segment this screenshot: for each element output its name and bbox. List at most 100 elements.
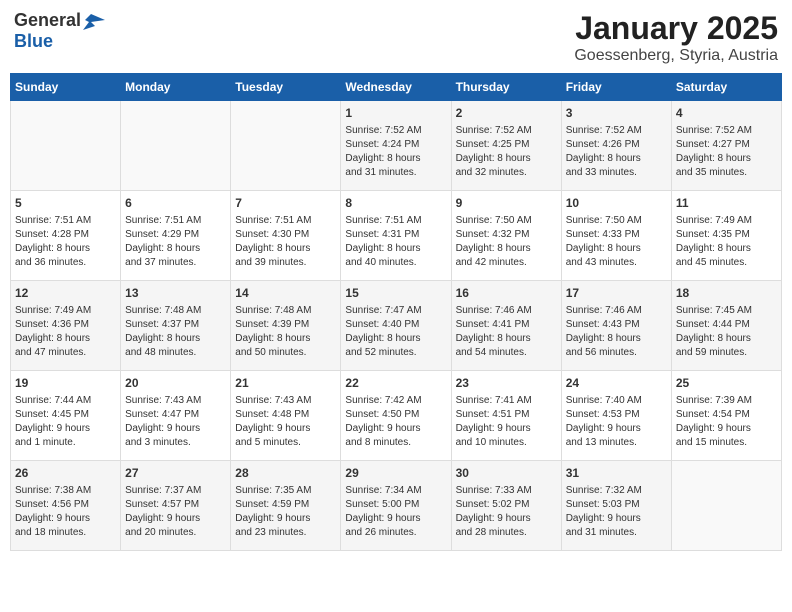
day-info: Sunrise: 7:52 AMSunset: 4:24 PMDaylight:… xyxy=(345,124,446,180)
calendar-table: SundayMondayTuesdayWednesdayThursdayFrid… xyxy=(10,73,782,551)
day-number: 17 xyxy=(566,285,667,302)
calendar-day-8: 8 Sunrise: 7:51 AMSunset: 4:31 PMDaylight… xyxy=(341,191,451,281)
day-number: 13 xyxy=(125,285,226,302)
day-info: Sunrise: 7:50 AMSunset: 4:33 PMDaylight:… xyxy=(566,214,667,270)
calendar-day-5: 5 Sunrise: 7:51 AMSunset: 4:28 PMDaylight… xyxy=(11,191,121,281)
day-number: 29 xyxy=(345,465,446,482)
calendar-day-14: 14 Sunrise: 7:48 AMSunset: 4:39 PMDayligh… xyxy=(231,281,341,371)
day-number: 12 xyxy=(15,285,116,302)
day-info: Sunrise: 7:51 AMSunset: 4:28 PMDaylight:… xyxy=(15,214,116,270)
logo: General Blue xyxy=(14,10,105,52)
day-info: Sunrise: 7:37 AMSunset: 4:57 PMDaylight:… xyxy=(125,484,226,540)
day-number: 2 xyxy=(456,105,557,122)
day-info: Sunrise: 7:52 AMSunset: 4:27 PMDaylight:… xyxy=(676,124,777,180)
day-number: 15 xyxy=(345,285,446,302)
day-number: 7 xyxy=(235,195,336,212)
day-number: 22 xyxy=(345,375,446,392)
day-info: Sunrise: 7:35 AMSunset: 4:59 PMDaylight:… xyxy=(235,484,336,540)
day-info: Sunrise: 7:50 AMSunset: 4:32 PMDaylight:… xyxy=(456,214,557,270)
calendar-empty xyxy=(671,461,781,551)
calendar-day-1: 1 Sunrise: 7:52 AMSunset: 4:24 PMDaylight… xyxy=(341,101,451,191)
sub-title: Goessenberg, Styria, Austria xyxy=(574,47,778,65)
title-block: January 2025 Goessenberg, Styria, Austri… xyxy=(574,10,778,65)
day-number: 10 xyxy=(566,195,667,212)
calendar-day-6: 6Sunrise: 7:51 AMSunset: 4:29 PMDaylight… xyxy=(121,191,231,281)
day-number: 9 xyxy=(456,195,557,212)
calendar-day-16: 16 Sunrise: 7:46 AMSunset: 4:41 PMDayligh… xyxy=(451,281,561,371)
calendar-day-24: 24Sunrise: 7:40 AMSunset: 4:53 PMDayligh… xyxy=(561,371,671,461)
day-number: 1 xyxy=(345,105,446,122)
calendar-day-18: 18 Sunrise: 7:45 AMSunset: 4:44 PMDayligh… xyxy=(671,281,781,371)
calendar-day-27: 27 Sunrise: 7:37 AMSunset: 4:57 PMDayligh… xyxy=(121,461,231,551)
day-info: Sunrise: 7:38 AMSunset: 4:56 PMDaylight:… xyxy=(15,484,116,540)
calendar-week-row: 1 Sunrise: 7:52 AMSunset: 4:24 PMDaylight… xyxy=(11,101,782,191)
calendar-day-19: 19Sunrise: 7:44 AMSunset: 4:45 PMDayligh… xyxy=(11,371,121,461)
calendar-day-21: 21 Sunrise: 7:43 AMSunset: 4:48 PMDayligh… xyxy=(231,371,341,461)
day-info: Sunrise: 7:32 AMSunset: 5:03 PMDaylight:… xyxy=(566,484,667,540)
day-number: 25 xyxy=(676,375,777,392)
day-info: Sunrise: 7:46 AMSunset: 4:43 PMDaylight:… xyxy=(566,304,667,360)
calendar-day-23: 23 Sunrise: 7:41 AMSunset: 4:51 PMDayligh… xyxy=(451,371,561,461)
day-number: 31 xyxy=(566,465,667,482)
calendar-empty xyxy=(231,101,341,191)
calendar-day-3: 3 Sunrise: 7:52 AMSunset: 4:26 PMDaylight… xyxy=(561,101,671,191)
header-thursday: Thursday xyxy=(451,74,561,101)
header-tuesday: Tuesday xyxy=(231,74,341,101)
day-number: 3 xyxy=(566,105,667,122)
page-header: General Blue January 2025 Goessenberg, S… xyxy=(10,10,782,65)
calendar-day-4: 4 Sunrise: 7:52 AMSunset: 4:27 PMDaylight… xyxy=(671,101,781,191)
calendar-day-31: 31 Sunrise: 7:32 AMSunset: 5:03 PMDayligh… xyxy=(561,461,671,551)
header-monday: Monday xyxy=(121,74,231,101)
day-info: Sunrise: 7:44 AMSunset: 4:45 PMDaylight:… xyxy=(15,394,116,450)
day-info: Sunrise: 7:49 AMSunset: 4:36 PMDaylight:… xyxy=(15,304,116,360)
calendar-day-11: 11Sunrise: 7:49 AMSunset: 4:35 PMDayligh… xyxy=(671,191,781,281)
calendar-day-25: 25 Sunrise: 7:39 AMSunset: 4:54 PMDayligh… xyxy=(671,371,781,461)
calendar-day-22: 22 Sunrise: 7:42 AMSunset: 4:50 PMDayligh… xyxy=(341,371,451,461)
day-number: 4 xyxy=(676,105,777,122)
day-number: 27 xyxy=(125,465,226,482)
day-info: Sunrise: 7:40 AMSunset: 4:53 PMDaylight:… xyxy=(566,394,667,450)
calendar-header-row: SundayMondayTuesdayWednesdayThursdayFrid… xyxy=(11,74,782,101)
day-info: Sunrise: 7:39 AMSunset: 4:54 PMDaylight:… xyxy=(676,394,777,450)
calendar-empty xyxy=(121,101,231,191)
day-info: Sunrise: 7:41 AMSunset: 4:51 PMDaylight:… xyxy=(456,394,557,450)
calendar-day-26: 26 Sunrise: 7:38 AMSunset: 4:56 PMDayligh… xyxy=(11,461,121,551)
day-number: 14 xyxy=(235,285,336,302)
day-number: 26 xyxy=(15,465,116,482)
day-number: 21 xyxy=(235,375,336,392)
calendar-day-9: 9 Sunrise: 7:50 AMSunset: 4:32 PMDaylight… xyxy=(451,191,561,281)
day-info: Sunrise: 7:52 AMSunset: 4:26 PMDaylight:… xyxy=(566,124,667,180)
day-number: 30 xyxy=(456,465,557,482)
logo-general-text: General xyxy=(14,10,81,31)
day-number: 23 xyxy=(456,375,557,392)
day-info: Sunrise: 7:47 AMSunset: 4:40 PMDaylight:… xyxy=(345,304,446,360)
header-friday: Friday xyxy=(561,74,671,101)
calendar-week-row: 19Sunrise: 7:44 AMSunset: 4:45 PMDayligh… xyxy=(11,371,782,461)
day-number: 16 xyxy=(456,285,557,302)
header-sunday: Sunday xyxy=(11,74,121,101)
calendar-week-row: 12 Sunrise: 7:49 AMSunset: 4:36 PMDayligh… xyxy=(11,281,782,371)
day-info: Sunrise: 7:43 AMSunset: 4:48 PMDaylight:… xyxy=(235,394,336,450)
day-info: Sunrise: 7:49 AMSunset: 4:35 PMDaylight:… xyxy=(676,214,777,270)
day-info: Sunrise: 7:46 AMSunset: 4:41 PMDaylight:… xyxy=(456,304,557,360)
calendar-day-2: 2Sunrise: 7:52 AMSunset: 4:25 PMDaylight… xyxy=(451,101,561,191)
day-number: 5 xyxy=(15,195,116,212)
day-info: Sunrise: 7:48 AMSunset: 4:39 PMDaylight:… xyxy=(235,304,336,360)
day-info: Sunrise: 7:51 AMSunset: 4:31 PMDaylight:… xyxy=(345,214,446,270)
header-wednesday: Wednesday xyxy=(341,74,451,101)
calendar-day-15: 15 Sunrise: 7:47 AMSunset: 4:40 PMDayligh… xyxy=(341,281,451,371)
calendar-day-13: 13Sunrise: 7:48 AMSunset: 4:37 PMDayligh… xyxy=(121,281,231,371)
calendar-week-row: 26 Sunrise: 7:38 AMSunset: 4:56 PMDayligh… xyxy=(11,461,782,551)
day-number: 6 xyxy=(125,195,226,212)
day-number: 28 xyxy=(235,465,336,482)
logo-blue-text: Blue xyxy=(14,31,105,52)
day-number: 8 xyxy=(345,195,446,212)
day-info: Sunrise: 7:43 AMSunset: 4:47 PMDaylight:… xyxy=(125,394,226,450)
calendar-week-row: 5 Sunrise: 7:51 AMSunset: 4:28 PMDaylight… xyxy=(11,191,782,281)
day-info: Sunrise: 7:42 AMSunset: 4:50 PMDaylight:… xyxy=(345,394,446,450)
calendar-day-29: 29Sunrise: 7:34 AMSunset: 5:00 PMDayligh… xyxy=(341,461,451,551)
day-info: Sunrise: 7:45 AMSunset: 4:44 PMDaylight:… xyxy=(676,304,777,360)
day-number: 18 xyxy=(676,285,777,302)
calendar-day-12: 12 Sunrise: 7:49 AMSunset: 4:36 PMDayligh… xyxy=(11,281,121,371)
calendar-day-20: 20Sunrise: 7:43 AMSunset: 4:47 PMDayligh… xyxy=(121,371,231,461)
